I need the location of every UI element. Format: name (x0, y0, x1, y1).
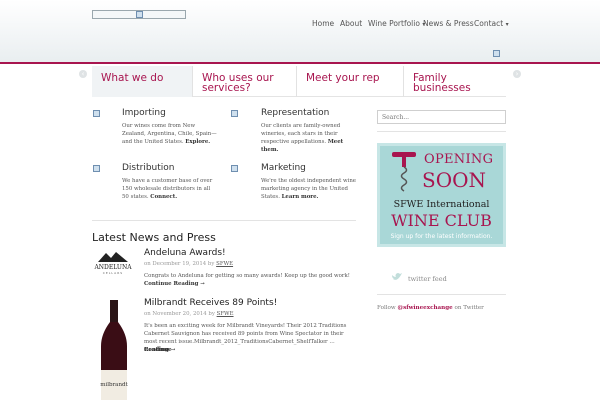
tab-meet-rep[interactable]: Meet your rep (297, 66, 404, 97)
ad-signup-text[interactable]: Sign up for the latest information. (380, 233, 503, 240)
twitter-handle-link[interactable]: @sfwineexchange (397, 305, 452, 311)
continue-reading-label: Reading → (144, 347, 176, 353)
service-text-distribution: We have a customer base of over 150 whol… (122, 177, 218, 201)
tabs-next-arrow[interactable]: › (513, 70, 521, 78)
wine-club-ad[interactable]: OPENING SOON SFWE International WINE CLU… (377, 143, 506, 247)
nav-contact-label: Contact (474, 19, 504, 28)
post-title[interactable]: Milbrandt Receives 89 Points! (144, 298, 277, 308)
twitter-feed-label: twitter feed (408, 275, 447, 283)
andeluna-logo: ANDELUNA CELLARS (93, 252, 132, 275)
ad-opening-text: OPENING (424, 152, 494, 167)
service-title-representation: Representation (261, 108, 330, 118)
marketing-icon (231, 165, 238, 172)
post-meta: on December 19, 2014 by SFWE (144, 261, 233, 267)
broken-image-icon (493, 50, 500, 57)
service-link-importing[interactable]: Explore. (185, 139, 210, 145)
broken-image-icon (136, 11, 143, 18)
news-heading: Latest News and Press (92, 231, 216, 244)
ad-wine-club-text: WINE CLUB (391, 211, 492, 230)
site-logo[interactable] (92, 10, 186, 19)
twitter-icon (392, 273, 402, 280)
continue-reading-label: Continue Reading → (144, 281, 205, 287)
service-tabs: What we do Who uses our services? Meet y… (92, 66, 506, 97)
divider (377, 131, 506, 132)
divider (377, 294, 506, 295)
continue-reading-link[interactable]: Continue Reading → (144, 280, 205, 288)
service-link-marketing[interactable]: Learn more. (282, 194, 319, 200)
service-title-distribution: Distribution (122, 163, 175, 173)
post-date: on December 19, 2014 by (144, 261, 215, 267)
post-excerpt: It's been an exciting week for Milbrandt… (144, 322, 356, 354)
tab-family-businesses[interactable]: Family businesses (404, 66, 506, 97)
tabs-prev-arrow[interactable]: ‹ (79, 70, 87, 78)
tab-who-uses[interactable]: Who uses our services? (193, 66, 297, 97)
post-title[interactable]: Andeluna Awards! (144, 248, 226, 258)
ad-soon-text: SOON (422, 168, 486, 192)
service-title-marketing: Marketing (261, 163, 306, 173)
distribution-icon (93, 165, 100, 172)
nav-about[interactable]: About (340, 19, 362, 28)
representation-icon (231, 110, 238, 117)
follow-prefix: Follow (377, 305, 396, 311)
logo-subtext: CELLARS (103, 271, 123, 275)
tab-what-we-do[interactable]: What we do (92, 66, 193, 97)
service-text-representation: Our clients are family-owned wineries, e… (261, 122, 357, 154)
search-input[interactable]: Search... (377, 110, 506, 124)
nav-contact[interactable]: Contact ▾ (474, 19, 509, 28)
post-excerpt-text: It's been an exciting week for Milbrandt… (144, 323, 347, 345)
bottle-label-text: milbrandt (100, 382, 128, 388)
follow-twitter: Follow @sfwineexchange on Twitter (377, 305, 484, 311)
ad-sfwe-text: SFWE International (393, 199, 490, 210)
service-link-distribution[interactable]: Connect. (150, 194, 177, 200)
divider (92, 220, 356, 221)
post-author[interactable]: SFWE (217, 311, 234, 317)
continue-reading-link[interactable]: Reading → (144, 346, 175, 354)
post-author[interactable]: SFWE (216, 261, 233, 267)
post-meta: on November 20, 2014 by SFWE (144, 311, 234, 317)
service-text-importing: Our wines come from New Zealand, Argenti… (122, 122, 218, 146)
nav-news-press[interactable]: News & Press (423, 19, 474, 28)
wine-bottle-image: milbrandt (100, 300, 129, 400)
chevron-down-icon: ▾ (505, 21, 509, 28)
site-header: Home About Wine Portfolio ▾ News & Press… (0, 0, 600, 64)
nav-wine-portfolio-label: Wine Portfolio (368, 19, 420, 28)
follow-suffix: on Twitter (454, 305, 484, 311)
corkscrew-icon (392, 152, 416, 192)
post-date: on November 20, 2014 by (144, 311, 215, 317)
nav-home[interactable]: Home (312, 19, 334, 28)
service-title-importing: Importing (122, 108, 166, 118)
logo-text: ANDELUNA (93, 264, 132, 271)
service-text-marketing: We're the oldest independent wine market… (261, 177, 357, 201)
importing-icon (93, 110, 100, 117)
post-excerpt: Congrats to Andeluna for getting so many… (144, 273, 350, 279)
nav-wine-portfolio[interactable]: Wine Portfolio ▾ (368, 19, 425, 28)
